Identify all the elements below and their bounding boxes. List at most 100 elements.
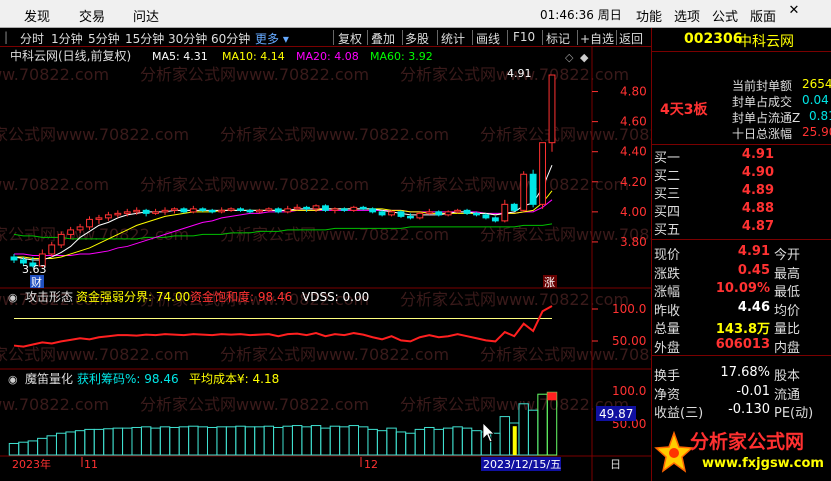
candle-body <box>255 209 263 213</box>
menu-options[interactable]: 选项 <box>674 6 700 25</box>
seal-value: 25.90 <box>802 125 831 139</box>
ind2-bar <box>206 426 218 456</box>
ind2-bar <box>65 431 76 456</box>
add-watchlist-button[interactable]: +自选 <box>580 30 614 47</box>
toolbar-divider <box>616 30 617 45</box>
watermark: 分析家公式网www.70822.com <box>140 65 369 84</box>
divider <box>652 355 831 356</box>
candle-body <box>473 212 480 216</box>
ind2-bar <box>122 427 133 456</box>
y-tick-label: 4.00 <box>620 205 647 219</box>
quote-label: 外盘 <box>654 340 681 356</box>
divider <box>652 239 831 240</box>
divider <box>652 51 831 52</box>
candle-body <box>48 244 56 255</box>
quote-label-2: 今开 <box>774 248 801 263</box>
period-toolbar: | 分时 1分钟 5分钟 15分钟 30分钟 60分钟 更多 ▾ 复权 叠加 多… <box>0 28 651 47</box>
quote-row: 涨跌 0.45 最高 <box>652 263 831 282</box>
watermark: 分析家公式网www.70822.com <box>220 345 449 364</box>
overlay-button[interactable]: 叠加 <box>371 30 395 47</box>
watermark: 分析家公式网www.70822.com <box>400 395 629 414</box>
tab-period-1[interactable]: 分时 <box>20 30 44 47</box>
menu-formula[interactable]: 公式 <box>712 6 738 25</box>
candle-body <box>435 211 443 216</box>
ind2-bar <box>27 440 39 456</box>
candle-body <box>86 218 93 228</box>
quote-label: 净资 <box>654 387 681 403</box>
seal-value: 0.81 <box>809 109 831 123</box>
toolbar-divider <box>437 30 438 45</box>
candle-body <box>246 209 254 213</box>
candle-body <box>388 211 395 216</box>
high-price-label: 4.91 <box>507 67 532 80</box>
settings-icon[interactable]: ◆ <box>580 51 589 64</box>
bid-row-4[interactable]: 买四 4.88 <box>652 201 831 220</box>
mark-button[interactable]: 标记 <box>546 30 570 47</box>
settings-icon[interactable]: ◉ <box>8 291 18 304</box>
candle-body <box>350 206 358 211</box>
bid-row-2[interactable]: 买二 4.90 <box>652 165 831 184</box>
multi-stock-button[interactable]: 多股 <box>405 30 429 47</box>
bid-price: 4.90 <box>741 165 774 180</box>
ind2-bar <box>178 426 190 456</box>
divider <box>652 144 831 145</box>
candle-body <box>67 229 75 235</box>
ind2-bar <box>225 426 237 456</box>
logo-area: 分析家公式网 www.fxjgsw.com <box>652 421 831 481</box>
ind2-y-tick: 100.0 <box>612 384 646 398</box>
stats-button[interactable]: 统计 <box>441 30 465 47</box>
close-icon[interactable]: ✕ <box>784 3 804 23</box>
clock: 01:46:36 周日 <box>540 8 622 22</box>
ind2-bar <box>84 428 95 456</box>
candle-body <box>529 173 537 205</box>
toolbar-divider <box>333 30 334 45</box>
ind2-bar <box>46 435 57 456</box>
kline-chart[interactable]: 分析家公式网www.70822.com 分析家公式网www.70822.com … <box>0 47 709 481</box>
stock-name: 中科云网 <box>738 34 794 50</box>
ind2-bar <box>8 442 20 456</box>
ind2-bar <box>386 427 397 456</box>
quote-label-2: 最高 <box>774 266 801 282</box>
y-tick-label: 4.40 <box>620 145 647 159</box>
bid-row-3[interactable]: 买三 4.89 <box>652 183 831 202</box>
kline-svg[interactable]: 分析家公式网www.70822.com 分析家公式网www.70822.com … <box>0 47 709 481</box>
menu-function[interactable]: 功能 <box>636 6 662 25</box>
tab-period-4[interactable]: 15分钟 <box>125 30 164 47</box>
low-price-label: 3.63 <box>22 263 47 276</box>
candle-body <box>227 208 235 211</box>
tab-period-2[interactable]: 1分钟 <box>51 30 83 47</box>
diamond-icon[interactable]: ◇ <box>565 51 574 64</box>
bid-price: 4.88 <box>741 201 774 216</box>
settings-icon[interactable]: ◉ <box>8 373 18 386</box>
menu-discover[interactable]: 发现 <box>24 6 50 25</box>
bid-row-1[interactable]: 买一 4.91 <box>652 147 831 166</box>
toolbar-toggle-icon[interactable]: | <box>4 30 8 44</box>
ind2-bar <box>395 431 407 456</box>
menu-layout[interactable]: 版面 <box>750 6 776 25</box>
menu-trade[interactable]: 交易 <box>79 6 105 25</box>
tab-period-6[interactable]: 60分钟 <box>211 30 250 47</box>
bid-label: 买一 <box>654 151 681 166</box>
f10-button[interactable]: F10 <box>513 30 535 44</box>
adjust-button[interactable]: 复权 <box>338 30 362 47</box>
menu-wenda[interactable]: 问达 <box>133 6 159 25</box>
bid-row-5[interactable]: 买五 4.87 <box>652 219 831 238</box>
seal-label: 封单占成交 <box>732 95 793 109</box>
bid-label: 买四 <box>654 205 681 220</box>
period-indicator[interactable]: 日 <box>610 458 621 471</box>
logo-icon <box>654 431 694 473</box>
tab-period-3[interactable]: 5分钟 <box>88 30 120 47</box>
quote-label-2: 量比 <box>774 322 801 337</box>
candle-body <box>444 211 452 216</box>
ind2-bar <box>291 425 303 456</box>
tab-period-5[interactable]: 30分钟 <box>168 30 207 47</box>
quote-label-2: 最低 <box>774 285 801 300</box>
watermark: 分析家公式网www.70822.com <box>0 125 189 144</box>
bid-label: 买五 <box>654 223 681 238</box>
draw-line-button[interactable]: 画线 <box>476 30 500 47</box>
back-button[interactable]: 返回 <box>619 30 643 47</box>
ind2-bar <box>169 426 180 456</box>
candle-body <box>340 208 348 211</box>
ind1-y-tick: 50.00 <box>612 334 646 348</box>
more-periods-button[interactable]: 更多 ▾ <box>255 30 289 47</box>
